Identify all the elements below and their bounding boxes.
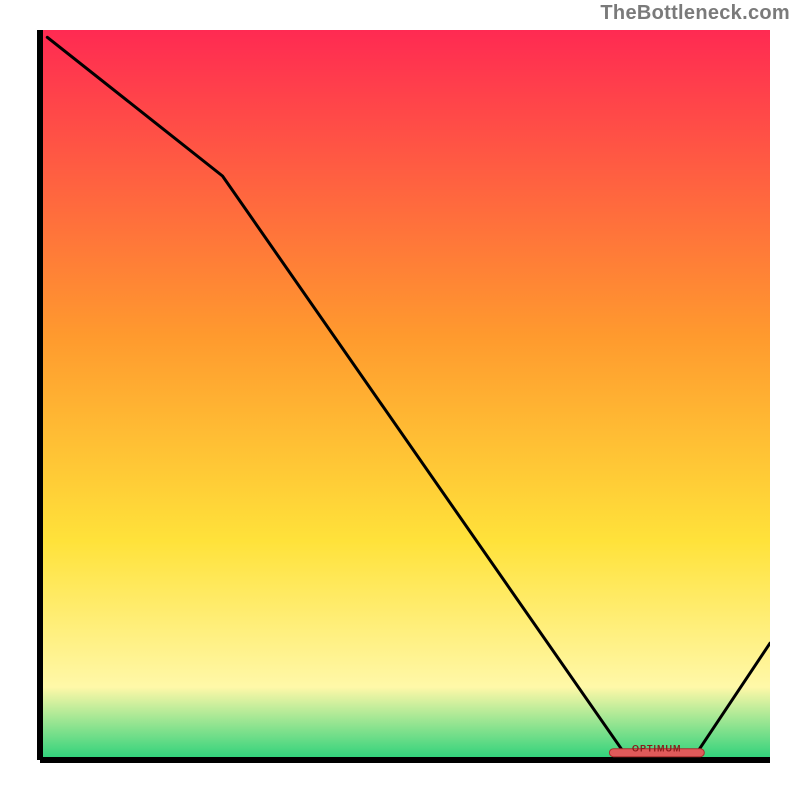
chart-stage: TheBottleneck.com [0, 0, 800, 800]
optimum-label: OPTIMUM [632, 744, 682, 754]
bottleneck-chart: OPTIMUM [30, 30, 770, 770]
watermark-text: TheBottleneck.com [600, 2, 790, 25]
chart-container: OPTIMUM [30, 30, 770, 770]
gradient-background [40, 30, 770, 760]
